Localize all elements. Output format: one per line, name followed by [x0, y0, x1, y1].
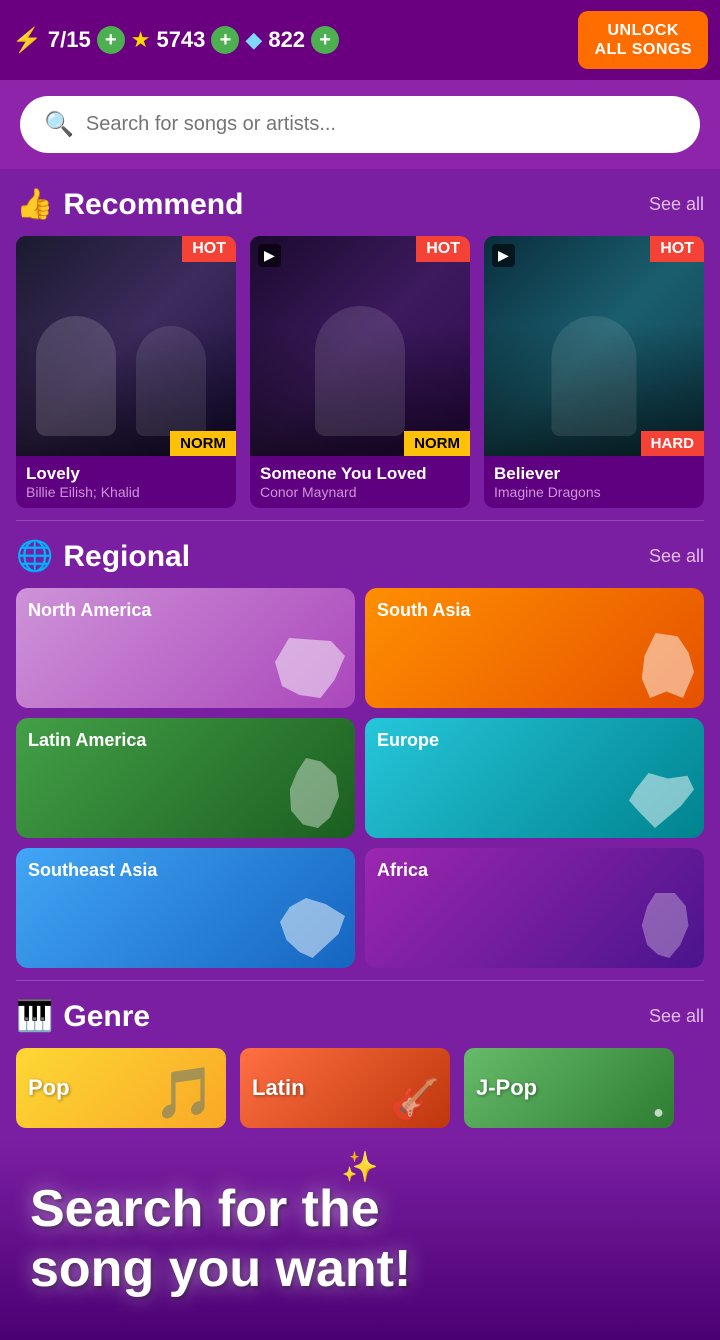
genre-title: 🎹 Genre	[16, 999, 150, 1034]
diamonds-plus-button[interactable]: +	[311, 26, 339, 54]
region-label-la: Latin America	[28, 730, 146, 751]
song-card-someone[interactable]: HOT ▶ NORM Someone You Loved Conor Mayna…	[250, 236, 470, 508]
region-label-eu: Europe	[377, 730, 439, 751]
region-label-sa: South Asia	[377, 600, 470, 621]
song-card-believer[interactable]: HOT ▶ HARD Believer Imagine Dragons	[484, 236, 704, 508]
song-thumb-lovely: HOT NORM	[16, 236, 236, 456]
map-eu	[629, 773, 694, 828]
recommend-header: 👍 Recommend See all	[16, 187, 704, 222]
energy-icon: ⚡	[12, 26, 42, 55]
piano-icon: 🎹	[16, 999, 53, 1034]
songs-scroll: HOT NORM Lovely Billie Eilish; Khalid HO…	[16, 236, 704, 508]
song-card-lovely[interactable]: HOT NORM Lovely Billie Eilish; Khalid	[16, 236, 236, 508]
song-thumb-someone: HOT ▶ NORM	[250, 236, 470, 456]
map-sa	[639, 633, 694, 698]
regional-card-europe[interactable]: Europe	[365, 718, 704, 838]
stars-count: 5743	[156, 27, 205, 53]
thumbs-up-icon: 👍	[16, 187, 53, 222]
play-badge-someone: ▶	[258, 244, 281, 267]
regional-section: 🌐 Regional See all North America South A…	[0, 521, 720, 980]
energy-plus-button[interactable]: +	[97, 26, 125, 54]
sparkle-icon: ✨	[341, 1150, 378, 1185]
region-label-sea: Southeast Asia	[28, 860, 157, 881]
genre-label-pop: Pop	[28, 1075, 70, 1101]
recommend-section: 👍 Recommend See all HOT NORM Lovely Bill…	[0, 169, 720, 520]
song-name-someone: Someone You Loved	[260, 464, 460, 484]
stars-plus-button[interactable]: +	[211, 26, 239, 54]
song-thumb-believer: HOT ▶ HARD	[484, 236, 704, 456]
regional-header: 🌐 Regional See all	[16, 539, 704, 574]
regional-card-south-asia[interactable]: South Asia	[365, 588, 704, 708]
song-artist-lovely: Billie Eilish; Khalid	[26, 484, 226, 500]
search-section: 🔍	[0, 80, 720, 169]
difficulty-someone: NORM	[404, 431, 470, 456]
genre-section: 🎹 Genre See all Pop 🎵 Latin 🎸 J-Pop ●	[0, 981, 720, 1140]
star-icon: ★	[131, 27, 151, 53]
search-input[interactable]	[86, 113, 676, 136]
hot-badge-someone: HOT	[416, 236, 470, 262]
regional-card-africa[interactable]: Africa	[365, 848, 704, 968]
diamonds-count: 822	[268, 27, 305, 53]
regional-card-southeast-asia[interactable]: Southeast Asia	[16, 848, 355, 968]
genre-header: 🎹 Genre See all	[16, 999, 704, 1034]
energy-count: 7/15	[48, 27, 91, 53]
song-info-lovely: Lovely Billie Eilish; Khalid	[16, 456, 236, 508]
song-artist-someone: Conor Maynard	[260, 484, 460, 500]
genre-label-jpop: J-Pop	[476, 1075, 537, 1101]
banner-text: Search for the song you want!	[30, 1180, 690, 1300]
song-info-believer: Believer Imagine Dragons	[484, 456, 704, 508]
genre-card-latin[interactable]: Latin 🎸	[240, 1048, 450, 1128]
song-artist-believer: Imagine Dragons	[494, 484, 694, 500]
genre-card-jpop[interactable]: J-Pop ●	[464, 1048, 674, 1128]
regional-card-north-america[interactable]: North America	[16, 588, 355, 708]
genre-label-latin: Latin	[252, 1075, 305, 1101]
map-sea	[280, 898, 345, 958]
recommend-title: 👍 Recommend	[16, 187, 243, 222]
regional-see-all[interactable]: See all	[649, 546, 704, 567]
hot-badge-lovely: HOT	[182, 236, 236, 262]
song-name-lovely: Lovely	[26, 464, 226, 484]
top-bar: ⚡ 7/15 + ★ 5743 + ◆ 822 + UNLOCKALL SONG…	[0, 0, 720, 80]
regional-grid: North America South Asia Latin America E…	[16, 588, 704, 968]
hot-badge-believer: HOT	[650, 236, 704, 262]
region-label-af: Africa	[377, 860, 428, 881]
search-icon: 🔍	[44, 110, 74, 139]
song-info-someone: Someone You Loved Conor Maynard	[250, 456, 470, 508]
genre-card-pop[interactable]: Pop 🎵	[16, 1048, 226, 1128]
difficulty-lovely: NORM	[170, 431, 236, 456]
map-na	[275, 638, 345, 698]
difficulty-believer: HARD	[641, 431, 704, 456]
bottom-banner: ✨ Search for the song you want!	[0, 1140, 720, 1340]
recommend-see-all[interactable]: See all	[649, 194, 704, 215]
play-badge-believer: ▶	[492, 244, 515, 267]
globe-icon: 🌐	[16, 539, 53, 574]
region-label-na: North America	[28, 600, 151, 621]
genre-see-all[interactable]: See all	[649, 1006, 704, 1027]
genre-scroll: Pop 🎵 Latin 🎸 J-Pop ●	[16, 1048, 704, 1128]
regional-title: 🌐 Regional	[16, 539, 190, 574]
diamond-icon: ◆	[245, 27, 262, 53]
search-bar[interactable]: 🔍	[20, 96, 700, 153]
regional-card-latin-america[interactable]: Latin America	[16, 718, 355, 838]
song-name-believer: Believer	[494, 464, 694, 484]
unlock-all-songs-button[interactable]: UNLOCKALL SONGS	[578, 11, 708, 69]
